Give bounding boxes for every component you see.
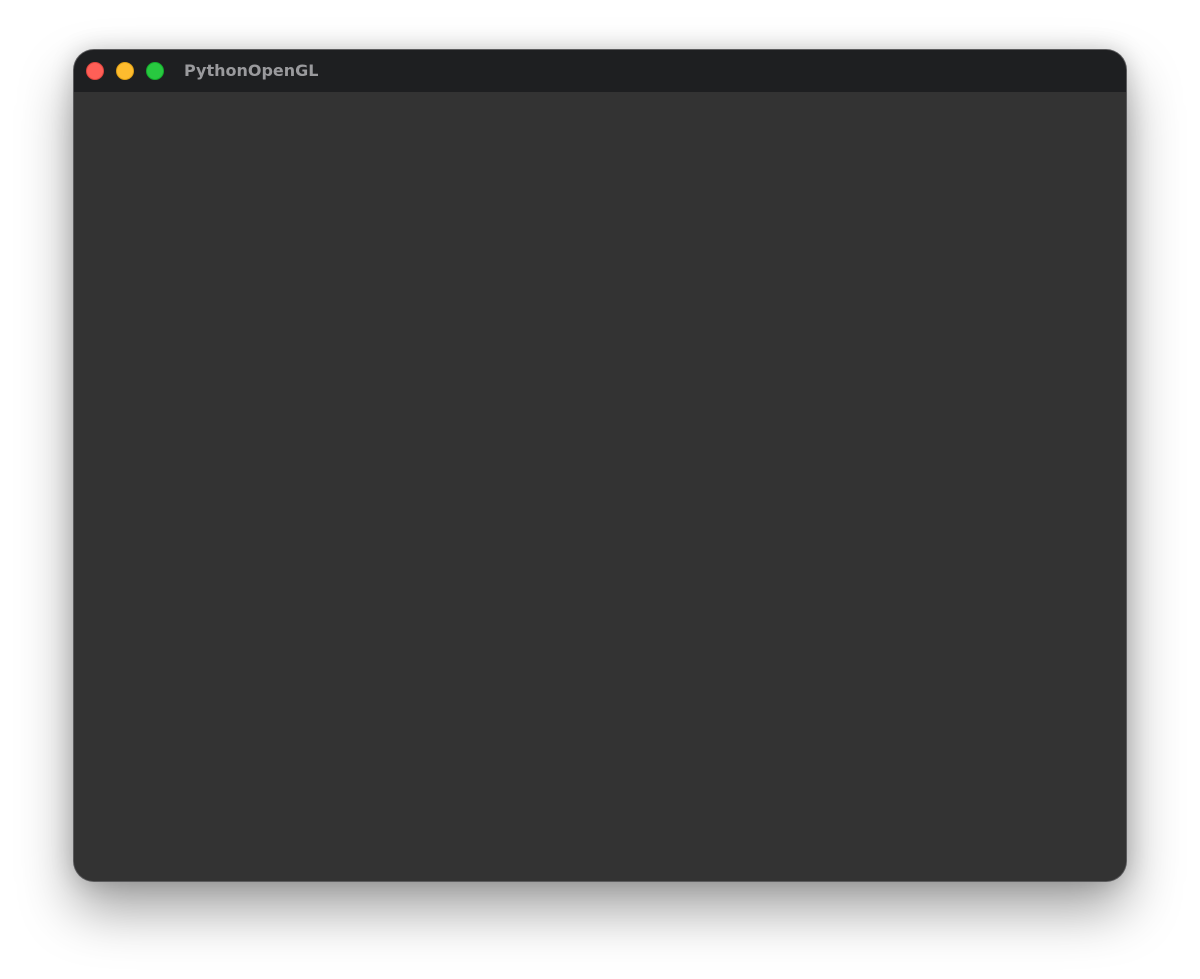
title-bar[interactable]: PythonOpenGL [74, 50, 1126, 92]
zoom-window-button[interactable] [146, 62, 164, 80]
desktop-background: PythonOpenGL [0, 0, 1200, 979]
minimize-window-button[interactable] [116, 62, 134, 80]
close-window-button[interactable] [86, 62, 104, 80]
window-title: PythonOpenGL [184, 61, 319, 80]
app-window: PythonOpenGL [74, 50, 1126, 881]
opengl-canvas[interactable] [74, 92, 1126, 881]
